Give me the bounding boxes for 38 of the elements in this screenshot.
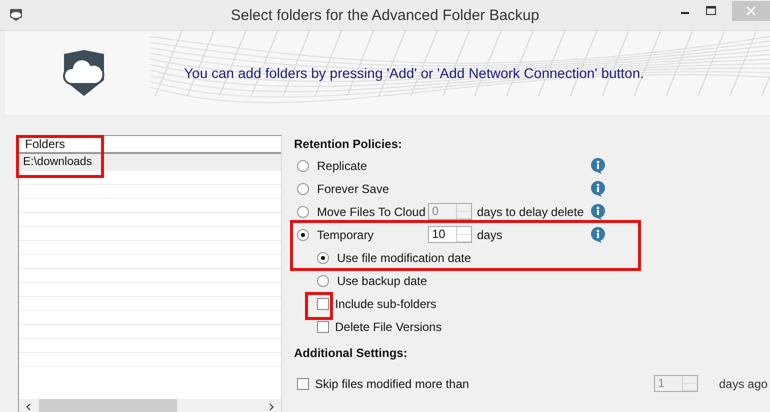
radio-button[interactable] [317,252,329,264]
highlight-frame [305,292,333,320]
radio-button[interactable] [317,274,329,286]
column-header[interactable]: Folders [19,136,281,154]
option-label: Replicate [317,158,368,172]
window-title: Select folders for the Advanced Folder Backup [230,6,540,24]
radio-button[interactable] [297,206,309,218]
scroll-left-icon[interactable] [25,403,33,411]
radio-button[interactable] [297,160,309,172]
checkbox[interactable] [317,298,329,310]
option-label: Temporary [317,228,374,242]
option-label: Include sub-folders [335,296,436,310]
info-icon[interactable] [590,158,606,174]
checkbox[interactable] [317,320,329,332]
option-label: Use file modification date [337,250,472,264]
header-message: You can add folders by pressing 'Add' or 'Add Network Connection' button. [184,65,644,81]
option-label: Move Files To Cloud [317,204,426,218]
folder-row[interactable]: E:\downloads [19,154,281,171]
option-label: Skip files modified more than [315,376,470,390]
info-icon[interactable] [590,180,606,196]
info-icon[interactable] [590,226,606,242]
cloud-shield-icon [8,8,24,22]
radio-button[interactable] [297,182,309,194]
option-label: Delete File Versions [335,320,442,334]
scroll-right-icon[interactable] [267,403,275,411]
maximize-icon[interactable] [706,6,716,16]
checkbox[interactable] [297,378,309,390]
unit-label: days to delay delete [477,204,584,218]
horizontal-scrollbar[interactable] [19,399,281,412]
option-label: Use backup date [337,274,428,288]
unit-label: days [477,228,502,242]
section-heading: Retention Policies: [294,137,404,153]
unit-label: days ago [719,376,768,390]
radio-button[interactable] [297,228,309,240]
number-spinner[interactable]: 10 [428,226,472,243]
info-icon[interactable] [590,204,606,220]
option-label: Forever Save [317,182,390,196]
section-heading: Additional Settings: [294,346,408,362]
